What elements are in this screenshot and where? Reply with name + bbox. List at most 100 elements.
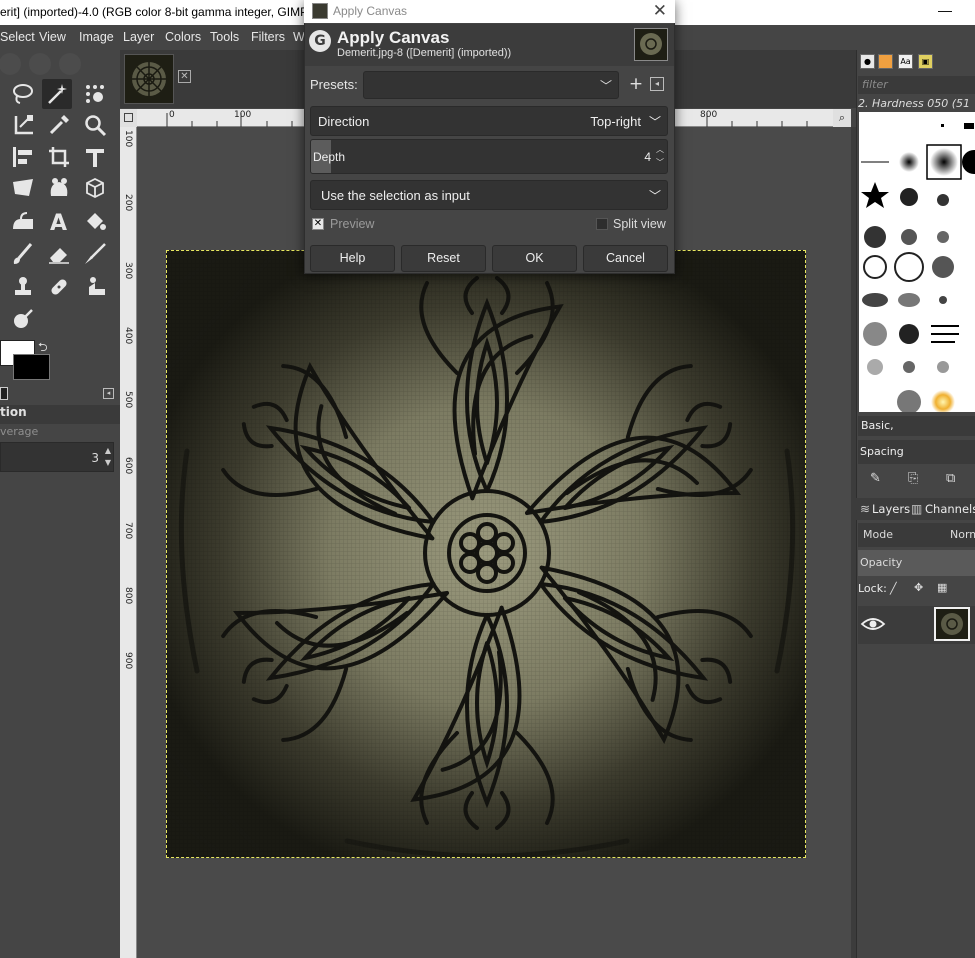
image-canvas[interactable] (166, 250, 806, 858)
svg-text:A: A (50, 211, 67, 233)
dialog-window-title: Apply Canvas (333, 4, 408, 18)
menu-select[interactable]: Select (0, 30, 35, 44)
default-colors-icon[interactable] (0, 387, 8, 400)
layer-mode-row[interactable]: Mode Norm (858, 523, 975, 547)
fuzzy-select-tool-icon[interactable] (42, 79, 72, 109)
ruler-label: 300 (123, 262, 133, 280)
lock-position-icon[interactable]: ✥ (914, 581, 923, 594)
eraser-tool-icon[interactable] (44, 239, 74, 269)
layers-dock-tabs: ≋ Layers ▥ Channels (856, 498, 975, 520)
brush-previews (861, 123, 975, 412)
color-picker-tool-icon[interactable] (44, 110, 74, 140)
lock-pixels-icon[interactable]: ╱ (890, 582, 897, 595)
dialog-titlebar[interactable]: Apply Canvas ✕ (304, 0, 675, 23)
menu-layer[interactable]: Layer (123, 30, 154, 44)
split-view-label: Split view (613, 217, 666, 231)
layers-tab-icon[interactable]: ≋ (860, 502, 870, 516)
channels-tab-icon[interactable]: ▥ (911, 502, 922, 516)
lock-alpha-icon[interactable]: ▦ (937, 581, 947, 594)
new-brush-icon[interactable]: ⎘ (908, 471, 918, 486)
spin-arrows-icon[interactable]: ▲ ▼ (105, 445, 111, 469)
gradient-fill-tool-icon[interactable] (80, 206, 110, 236)
tab-layers[interactable]: Layers (872, 502, 910, 516)
heal-tool-icon[interactable] (44, 272, 74, 302)
lasso-tool-icon[interactable] (8, 79, 38, 109)
radius-spin-field[interactable]: 3 ▲ ▼ (0, 442, 114, 472)
ruler-label: 200 (123, 194, 133, 212)
brush-tag-field[interactable]: Basic, (858, 416, 975, 436)
minimize-icon[interactable]: — (938, 2, 952, 18)
dialog-app-icon (312, 3, 328, 19)
text-tool-icon[interactable]: A (44, 206, 74, 236)
warp-transform-tool-icon[interactable] (8, 173, 38, 203)
dialog-title: Apply Canvas (337, 28, 450, 47)
crop-tool-icon[interactable] (44, 142, 74, 172)
duplicate-brush-icon[interactable]: ⧉ (946, 471, 955, 486)
image-tab-thumbnail[interactable] (124, 54, 174, 104)
vertical-ruler[interactable]: 100 200 300 400 500 600 700 800 900 (120, 127, 137, 958)
select-by-color-tool-icon[interactable] (80, 79, 110, 109)
clone-tool-icon[interactable] (8, 272, 38, 302)
depth-label: Depth (313, 150, 346, 164)
transform-tool-icon[interactable] (8, 110, 38, 140)
smudge-tool-icon[interactable] (80, 272, 110, 302)
configure-tab-icon[interactable]: ◂ (103, 388, 114, 399)
tool-options-header: tion (0, 405, 120, 424)
tool-options-mode: verage (0, 425, 39, 438)
cancel-button[interactable]: Cancel (583, 245, 668, 272)
split-view-checkbox[interactable] (596, 218, 608, 230)
layer-thumbnail[interactable] (934, 607, 970, 641)
layer-visibility-eye-icon[interactable] (860, 612, 886, 636)
patterns-tab-icon[interactable] (878, 54, 893, 69)
quick-mask-icon[interactable] (124, 113, 133, 122)
tab-channels[interactable]: Channels (925, 502, 975, 516)
dialog-image-thumbnail (634, 28, 668, 61)
preview-label: Preview (330, 217, 375, 231)
layer-opacity-slider[interactable]: Opacity (858, 550, 975, 576)
add-preset-icon[interactable]: + (627, 75, 645, 93)
input-mode-dropdown[interactable]: Use the selection as input ﹀ (310, 180, 668, 210)
ruler-label: 900 (123, 652, 133, 670)
cage-tool-icon[interactable] (44, 173, 74, 203)
mandala-artwork (167, 251, 805, 857)
fonts-tab-icon[interactable]: Aa (898, 54, 913, 69)
menu-image[interactable]: Image (79, 30, 114, 44)
dodge-burn-tool-icon[interactable] (8, 304, 38, 334)
brush-filter-input[interactable]: filter (858, 76, 975, 94)
direction-dropdown[interactable]: Direction Top-right ﹀ (310, 106, 668, 136)
reset-button[interactable]: Reset (401, 245, 486, 272)
preview-checkbox[interactable]: ✕ (312, 218, 324, 230)
align-tool-icon[interactable] (8, 142, 38, 172)
brush-grid[interactable] (859, 112, 975, 412)
bucket-fill-tool-icon[interactable] (8, 206, 38, 236)
input-mode-value: Use the selection as input (321, 188, 470, 203)
paintbrush-tool-icon[interactable] (8, 239, 38, 269)
close-tab-icon[interactable]: ✕ (178, 70, 191, 83)
swap-colors-icon[interactable]: ⮌ (38, 338, 48, 359)
ruler-label: 800 (123, 587, 133, 605)
menu-filters[interactable]: Filters (251, 30, 285, 44)
thumbnail-mandala-icon (125, 55, 173, 103)
spin-arrows-icon[interactable]: ︿ ﹀ (656, 143, 664, 169)
menu-tools[interactable]: Tools (210, 30, 239, 44)
zoom-tool-icon[interactable] (80, 110, 110, 140)
unified-transform-tool-icon[interactable] (80, 142, 110, 172)
menu-colors[interactable]: Colors (165, 30, 201, 44)
airbrush-tool-icon[interactable] (80, 239, 110, 269)
presets-dropdown[interactable]: ﹀ (363, 71, 619, 99)
ruler-corner[interactable] (120, 109, 137, 127)
perspective-tool-icon[interactable] (80, 173, 110, 203)
edit-brush-icon[interactable]: ✎ (870, 471, 881, 486)
presets-menu-icon[interactable]: ◂ (650, 77, 664, 91)
brushes-tab-icon[interactable]: ● (860, 54, 875, 69)
help-button[interactable]: Help (310, 245, 395, 272)
ok-button[interactable]: OK (492, 245, 577, 272)
direction-label: Direction (318, 114, 370, 129)
images-tab-icon[interactable]: ▣ (918, 54, 933, 69)
depth-slider[interactable]: Depth 4 ︿ ﹀ (310, 139, 668, 174)
zoom-navigate-icon[interactable]: ⌕ (833, 109, 851, 127)
close-icon[interactable]: ✕ (653, 1, 667, 21)
menu-view[interactable]: View (39, 30, 66, 44)
brush-spacing-slider[interactable]: Spacing (858, 440, 975, 464)
layer-lock-row: Lock: ╱ ✥ ▦ (858, 581, 947, 602)
